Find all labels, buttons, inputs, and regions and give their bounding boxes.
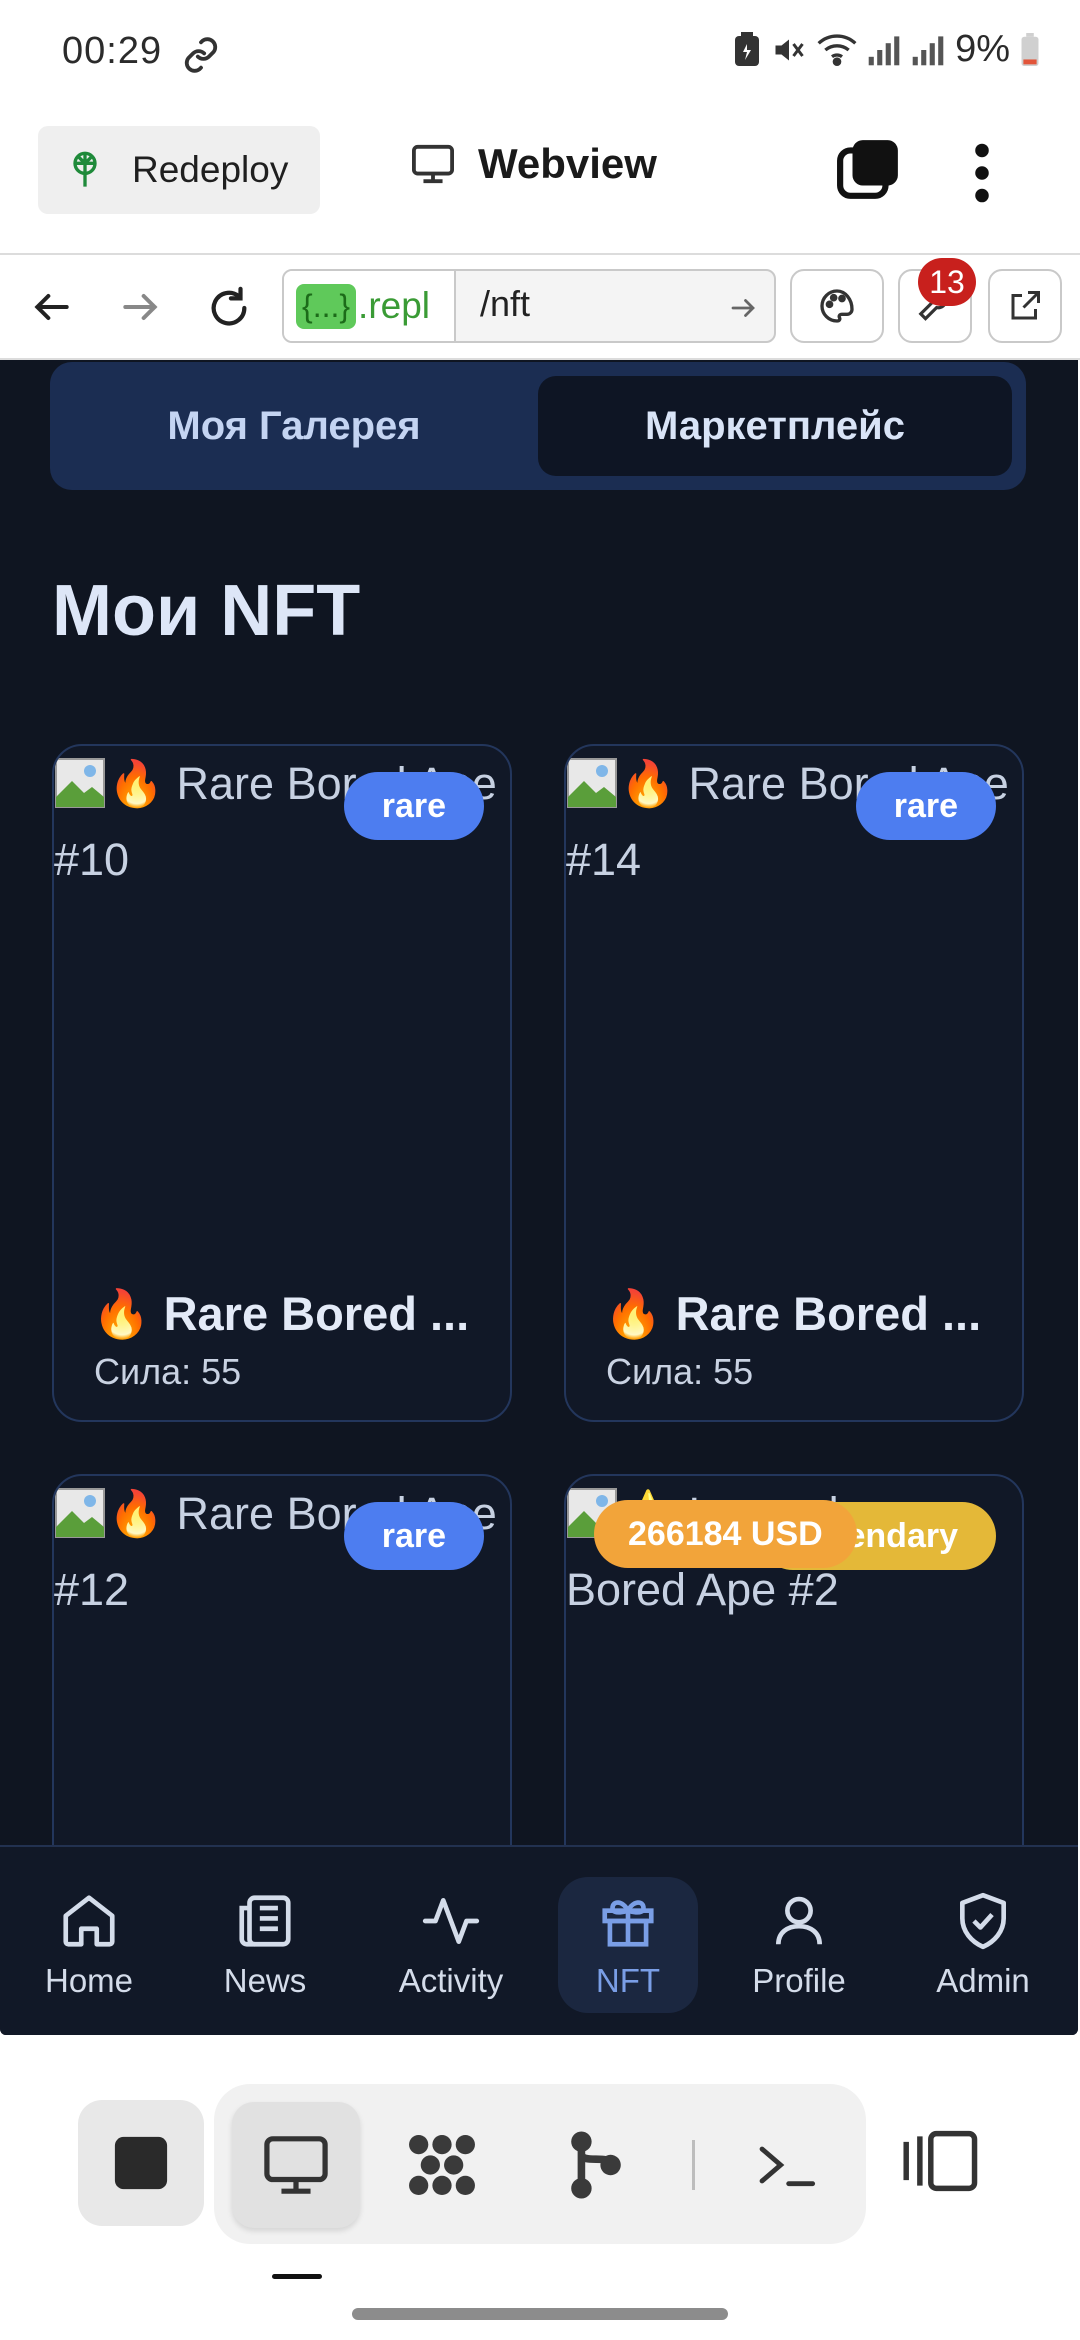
git-tool-button[interactable] [532,2102,660,2228]
notification-count-badge: 13 [918,258,976,306]
battery-saver-icon [733,31,761,68]
mute-icon [771,32,807,68]
tabs-icon[interactable] [836,136,902,202]
forward-arrow-icon[interactable] [118,285,162,329]
open-external-button[interactable] [988,269,1062,343]
battery-icon [1020,32,1040,67]
nav-profile[interactable]: Profile [724,1877,874,2013]
nav-admin[interactable]: Admin [908,1877,1058,2013]
reload-icon[interactable] [206,285,252,331]
replit-top-bar: Redeploy Webview [0,110,1080,255]
link-icon [182,36,220,74]
external-link-icon [1007,288,1043,324]
status-icons: 9% [733,28,1040,71]
news-icon [234,1890,296,1952]
nft-card[interactable]: 🔥 Rare Bored Ape #14 rare 🔥 Rare Bored .… [564,744,1024,1422]
cluster-tool-button[interactable] [378,2102,506,2228]
url-bar: {...} .repl /nft [0,255,1080,360]
broken-image-icon [54,1487,106,1539]
home-icon [58,1890,120,1952]
url-domain: {...} .repl [284,271,456,341]
nav-home-label: Home [44,1962,134,1999]
shell-tool-button[interactable] [722,2102,850,2228]
monitor-icon [261,2133,331,2197]
webview-title[interactable]: Webview [410,140,657,188]
rarity-badge: rare [343,772,484,840]
cluster-icon [403,2130,481,2200]
redeploy-button[interactable]: Redeploy [38,126,320,214]
nav-news-label: News [223,1962,307,1999]
monitor-icon [410,143,456,185]
nav-admin-label: Admin [936,1962,1030,1999]
price-badge: 266184 USD [594,1500,857,1568]
status-time: 00:29 [62,30,163,72]
active-tab-indicator [272,2274,322,2279]
back-arrow-icon[interactable] [30,285,74,329]
nft-app: Моя Галерея Маркетплейс Мои NFT 🔥 Rare B… [0,360,1078,2035]
palette-button[interactable] [790,269,884,343]
gift-icon [597,1890,659,1952]
webview-tool-button[interactable] [232,2102,360,2228]
nft-name: 🔥 Rare Bored ... [92,1287,470,1340]
dock-tool-group [214,2084,866,2244]
user-icon [768,1890,830,1952]
more-options-icon[interactable] [970,142,994,204]
nft-card[interactable]: 🔥 Rare Bored Ape #10 rare 🔥 Rare Bored .… [52,744,512,1422]
git-branch-icon [566,2130,626,2200]
stop-icon [112,2134,170,2192]
wifi-icon [817,32,857,68]
url-path: /nft [480,283,531,324]
nav-nft-label: NFT [595,1962,661,1999]
nft-power: Сила: 55 [94,1351,242,1392]
dock-separator [692,2140,695,2190]
url-field[interactable]: {...} .repl /nft [282,269,776,343]
url-domain-suffix: .repl [358,285,431,326]
go-arrow-icon[interactable] [728,293,758,323]
nav-activity[interactable]: Activity [376,1877,526,2013]
gallery-segmented-control: Моя Галерея Маркетплейс [50,362,1026,490]
nav-news[interactable]: News [190,1877,340,2013]
deploy-icon [68,150,102,190]
nft-power: Сила: 55 [606,1351,754,1392]
redeploy-label: Redeploy [132,149,289,190]
broken-image-icon [54,757,106,809]
nav-profile-label: Profile [752,1962,846,1999]
palette-icon [817,286,857,326]
signal-icon [867,33,901,67]
panels-icon[interactable] [898,2128,980,2194]
webview-label: Webview [478,140,657,187]
nav-nft[interactable]: NFT [558,1877,698,2013]
home-indicator[interactable] [352,2308,728,2320]
activity-icon [420,1890,482,1952]
url-domain-badge: {...} [296,283,357,329]
tab-my-gallery[interactable]: Моя Галерея [62,376,526,476]
tab-marketplace[interactable]: Маркетплейс [538,376,1012,476]
broken-image-icon [566,757,618,809]
page-title: Мои NFT [52,571,361,651]
rarity-badge: rare [855,772,996,840]
rarity-badge: rare [343,1502,484,1570]
terminal-icon [754,2138,818,2192]
signal-icon-2 [911,33,945,67]
shield-check-icon [952,1890,1014,1952]
nav-activity-label: Activity [398,1962,504,1999]
nft-name: 🔥 Rare Bored ... [604,1287,982,1340]
status-bar: 00:29 9% [0,0,1080,110]
stop-button[interactable] [78,2100,204,2226]
battery-percent: 9% [955,28,1010,70]
nav-home[interactable]: Home [14,1877,164,2013]
bottom-nav: Home News Activity NFT Profile Admin [0,1845,1078,2035]
